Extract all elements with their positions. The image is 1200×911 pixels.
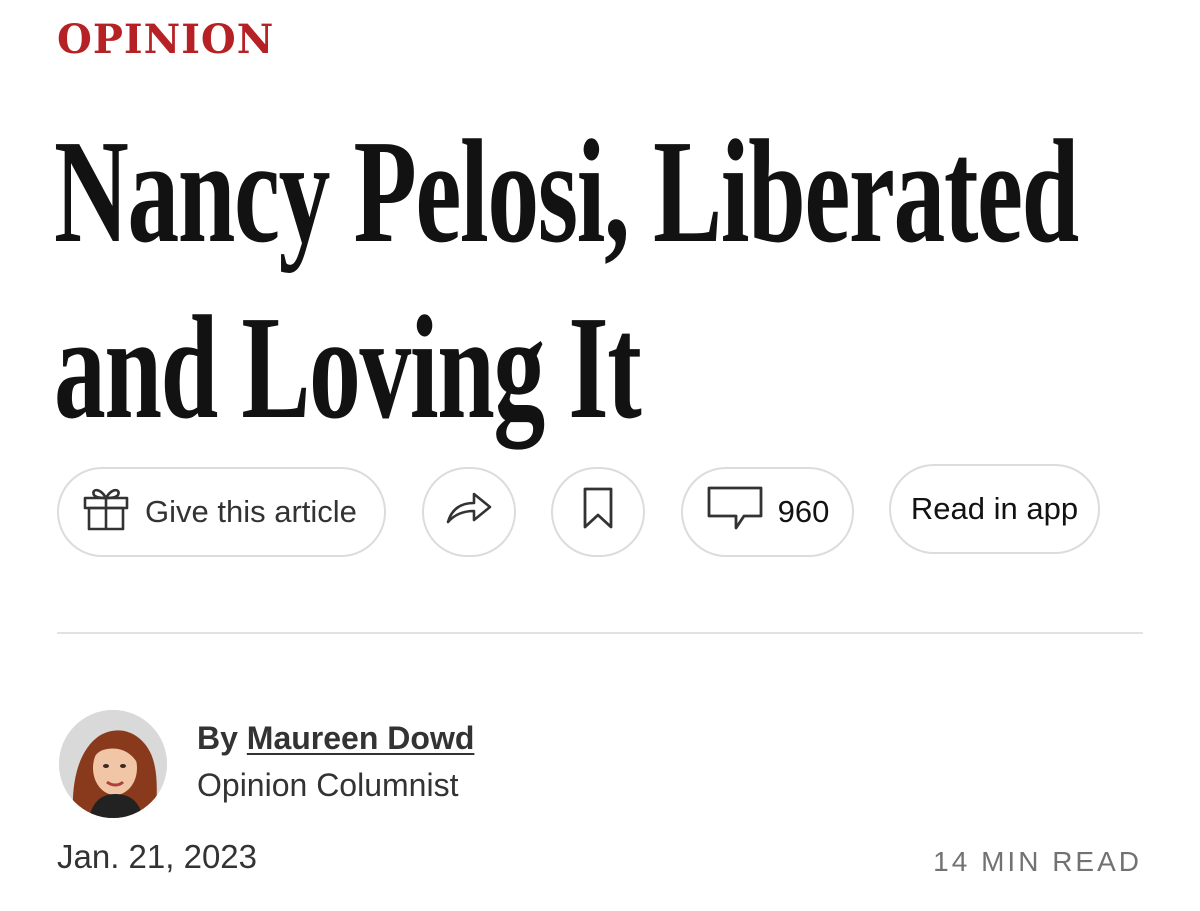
save-button[interactable] [551,467,645,557]
read-in-app-label: Read in app [910,491,1079,526]
bookmark-icon [581,486,615,538]
comment-bubble-icon [706,484,764,540]
headline-line-1: Nancy Pelosi, Liberated [54,110,1079,274]
share-arrow-icon [444,488,494,536]
section-kicker[interactable]: OPINION [57,14,274,66]
comments-button[interactable]: 960 [681,467,854,557]
author-role: Opinion Columnist [197,767,459,803]
byline-prefix: By [197,720,238,756]
give-article-button[interactable]: Give this article [57,467,386,557]
byline: By Maureen Dowd [197,718,474,758]
author-avatar[interactable] [59,710,167,818]
give-article-label: Give this article [145,494,357,529]
author-link[interactable]: Maureen Dowd [247,720,475,756]
comments-count: 960 [777,494,830,529]
publish-date: Jan. 21, 2023 [57,838,257,875]
headline-line-2: and Loving It [54,286,642,450]
article-headline: Nancy Pelosi, Liberated and Loving It [54,104,1174,456]
section-divider [57,632,1143,634]
read-in-app-button[interactable]: Read in app [889,464,1100,554]
share-button[interactable] [422,467,516,557]
gift-icon [81,483,131,541]
read-time: 14 MIN READ [933,846,1142,877]
